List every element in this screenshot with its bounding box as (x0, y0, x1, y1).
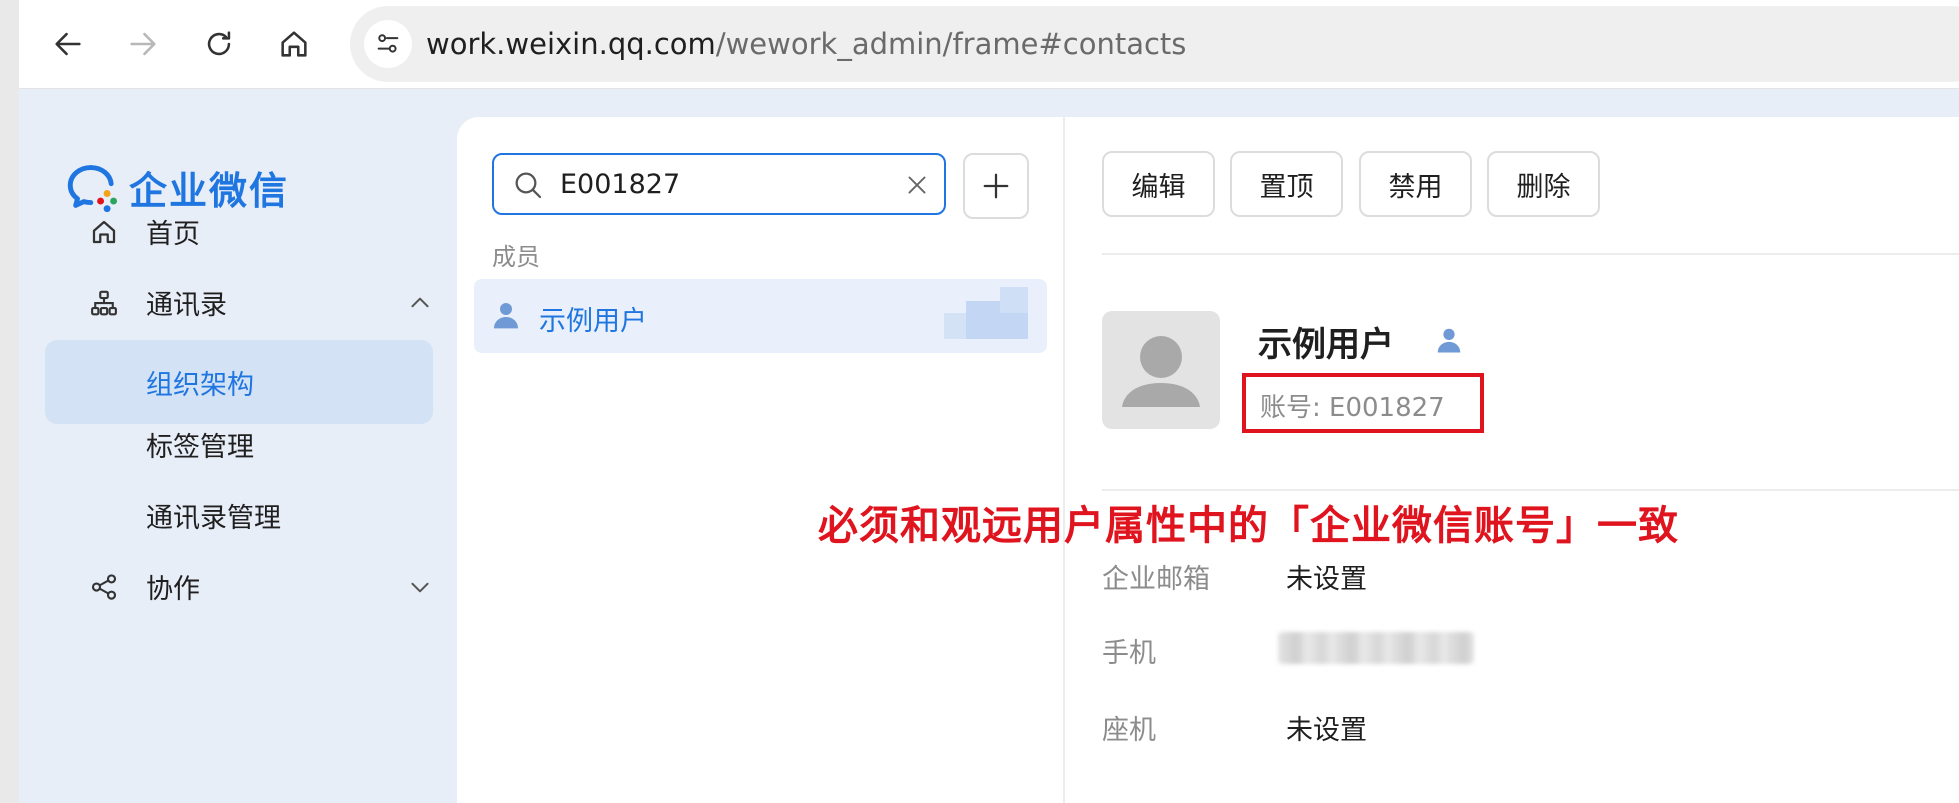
field-label-landline: 座机 (1102, 715, 1156, 746)
app-area: 企业微信 首页 通讯录 组织架构 标签管理 通讯录管理 协作 E001827 成… (19, 89, 1959, 803)
org-chart-icon (91, 290, 117, 316)
account-highlight-box: 账号: E001827 (1242, 373, 1484, 433)
plus-icon (983, 173, 1009, 199)
browser-toolbar: work.weixin.qq.com/wework_admin/frame#co… (19, 0, 1959, 89)
sidebar-item-label: 通讯录 (146, 289, 227, 321)
account-value: E001827 (1329, 393, 1445, 423)
column-divider (1063, 117, 1065, 803)
divider (1102, 253, 1959, 255)
sidebar-item-label: 首页 (146, 218, 200, 250)
member-detail: 编辑 置顶 禁用 删除 示例用户 账号: E001827 企业邮箱 未设置 手机 (1102, 117, 1959, 803)
url-path: /wework_admin/frame#contacts (715, 27, 1187, 61)
field-label-mobile: 手机 (1102, 638, 1156, 669)
window-left-edge (0, 0, 19, 803)
field-value-mobile-redacted (1278, 632, 1474, 664)
arrow-left-icon (55, 32, 81, 56)
forward-button[interactable] (117, 18, 169, 70)
avatar (1102, 311, 1220, 429)
home-icon (281, 31, 307, 57)
default-avatar-icon (1122, 336, 1200, 407)
field-value-email: 未设置 (1286, 564, 1367, 595)
sidebar-item-label: 组织架构 (146, 369, 254, 401)
sidebar-item-label: 标签管理 (146, 431, 254, 463)
tune-icon (377, 34, 399, 53)
search-result-label: 示例用户 (539, 306, 647, 337)
arrow-right-icon (130, 32, 156, 56)
url-text: work.weixin.qq.com/wework_admin/frame#co… (426, 27, 1186, 61)
member-name: 示例用户 (1258, 325, 1394, 365)
search-input[interactable] (560, 165, 880, 203)
contacts-card: 成员 示例用户 编辑 置顶 禁用 删除 示例用户 (457, 117, 1959, 803)
field-value-landline: 未设置 (1286, 715, 1367, 746)
disable-button[interactable]: 禁用 (1359, 151, 1472, 217)
close-icon[interactable] (904, 172, 930, 198)
edit-button[interactable]: 编辑 (1102, 151, 1215, 217)
user-icon (494, 303, 518, 329)
chevron-down-icon (411, 582, 429, 593)
search-result-item[interactable]: 示例用户 (474, 279, 1047, 353)
home-icon (92, 220, 116, 244)
search-icon (515, 172, 542, 199)
address-bar[interactable]: work.weixin.qq.com/wework_admin/frame#co… (350, 6, 1959, 82)
add-button[interactable] (963, 153, 1029, 219)
member-search[interactable] (492, 153, 946, 215)
reload-icon (207, 31, 231, 56)
delete-button[interactable]: 删除 (1487, 151, 1600, 217)
account-line: 账号: E001827 (1260, 387, 1445, 424)
divider (1102, 489, 1959, 491)
chevron-up-icon (411, 297, 429, 308)
back-button[interactable] (42, 18, 94, 70)
annotation-text: 必须和观远用户属性中的「企业微信账号」一致 (818, 503, 1679, 549)
sidebar-item-collaboration[interactable]: 协作 (45, 544, 433, 628)
sidebar-item-label: 协作 (146, 573, 200, 605)
url-host: work.weixin.qq.com (426, 27, 716, 61)
user-icon (1437, 328, 1461, 353)
site-settings-button[interactable] (364, 20, 412, 68)
account-label: 账号: (1260, 393, 1321, 423)
home-button[interactable] (268, 18, 320, 70)
share-icon (91, 574, 117, 600)
results-section-label: 成员 (492, 243, 540, 271)
sidebar-item-contacts[interactable]: 通讯录 (45, 260, 433, 344)
pin-button[interactable]: 置顶 (1230, 151, 1343, 217)
reload-button[interactable] (193, 18, 245, 70)
sidebar-item-label: 通讯录管理 (146, 502, 281, 534)
field-label-email: 企业邮箱 (1102, 564, 1210, 595)
blurred-department-image (944, 287, 1028, 339)
